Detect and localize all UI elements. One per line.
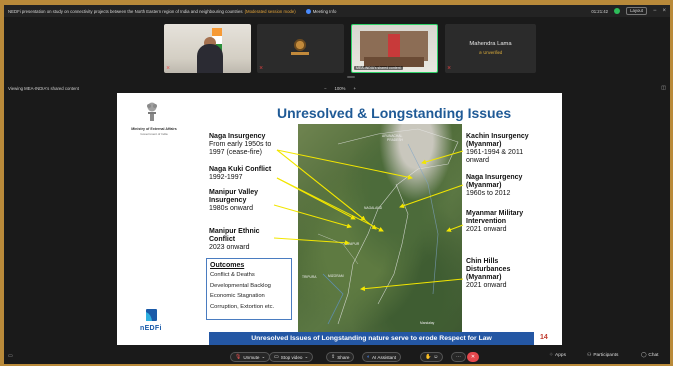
video-camera-icon: ▭ bbox=[274, 354, 279, 360]
participant-emblem bbox=[293, 38, 307, 52]
viewing-label: Viewing MEA-INDIA's shared content bbox=[8, 86, 79, 91]
label-myanmar-military: Myanmar Military Intervention 2021 onwar… bbox=[466, 210, 524, 233]
arrow-naga-myanmar bbox=[399, 184, 464, 209]
zoom-out-button[interactable]: − bbox=[324, 86, 327, 91]
outcome-item: Conflict & Deaths bbox=[210, 272, 255, 278]
arrow-military bbox=[446, 224, 464, 232]
participant-name: Mahendra Lama bbox=[469, 41, 512, 47]
captions-icon[interactable]: ▭ bbox=[8, 353, 13, 359]
meeting-timer: 01:21:42 bbox=[591, 8, 609, 14]
ai-assistant-button[interactable]: ◐ AI Assistant bbox=[362, 352, 402, 362]
zoom-control: − 100% + bbox=[324, 86, 356, 91]
outcomes-box: Outcomes Conflict & Deaths Developmental… bbox=[206, 258, 292, 320]
title-bar: NEDFi presentation on study on connectiv… bbox=[4, 5, 670, 17]
label-naga-kuki: Naga Kuki Conflict 1992-1997 bbox=[209, 166, 272, 181]
unmute-label: Unmute bbox=[243, 354, 260, 360]
mic-off-icon: 🎙 bbox=[235, 354, 242, 360]
apps-button[interactable]: ⁘ Apps bbox=[549, 353, 566, 358]
label-kachin: Kachin Insurgency (Myanmar) 1961-1994 & … bbox=[466, 133, 529, 164]
meeting-info-label: Meeting Info bbox=[312, 8, 337, 14]
layout-button[interactable]: Layout bbox=[626, 7, 647, 15]
stop-video-button[interactable]: ▭ Stop video ⌄ bbox=[269, 352, 314, 362]
share-label: Share bbox=[337, 354, 350, 360]
end-call-button[interactable]: ✕ bbox=[467, 352, 479, 362]
close-icon[interactable]: × bbox=[662, 8, 666, 14]
meeting-toolbar: ▭ 🎙 Unmute ⌄ ▭ Stop video ⌄ ⇪ Share ◐ AI… bbox=[4, 350, 670, 364]
label-manipur-valley: Manipur Valley Insurgency 1980s onward bbox=[209, 189, 259, 212]
titlebar-right: 01:21:42 Layout − × bbox=[591, 5, 666, 17]
ai-assistant-icon: ◐ bbox=[367, 354, 371, 360]
participant-video bbox=[197, 44, 223, 73]
label-chin-hills: Chin Hills Disturbances (Myanmar) 2021 o… bbox=[466, 258, 511, 289]
participants-label: Participants bbox=[593, 353, 619, 358]
chevron-down-icon[interactable]: ⌄ bbox=[261, 354, 265, 360]
participant-status-text: Unverified bbox=[483, 50, 503, 55]
ai-assistant-label: AI Assistant bbox=[372, 354, 397, 360]
zoom-in-button[interactable]: + bbox=[354, 86, 357, 91]
nedfi-logo-icon bbox=[146, 309, 157, 321]
encryption-shield-icon[interactable] bbox=[614, 8, 621, 14]
raise-hand-button[interactable]: ✋ ☺ bbox=[420, 352, 444, 362]
hand-icon: ✋ bbox=[425, 354, 432, 360]
label-naga-insurgency: Naga Insurgency From early 1950s to 1997… bbox=[209, 133, 272, 156]
meeting-title: NEDFi presentation on study on connectiv… bbox=[8, 8, 243, 14]
participants-icon: ⚇ bbox=[587, 353, 592, 358]
close-icon: ✕ bbox=[470, 354, 476, 360]
participants-button[interactable]: ⚇ Participants bbox=[587, 353, 618, 358]
chat-button[interactable]: ◯ Chat bbox=[641, 353, 659, 358]
arrow-naga-insurgency-1 bbox=[276, 149, 413, 180]
arrow-naga-kuki-2 bbox=[276, 177, 356, 220]
arrow-manipur-valley bbox=[273, 204, 352, 229]
chevron-down-icon[interactable]: ⌄ bbox=[304, 354, 308, 360]
shared-slide: Ministry of External Affairs Government … bbox=[117, 93, 562, 345]
chat-icon: ◯ bbox=[641, 353, 647, 358]
arrow-manipur-ethnic bbox=[273, 237, 350, 246]
unmute-button[interactable]: 🎙 Unmute ⌄ bbox=[230, 352, 271, 362]
meeting-window: NEDFi presentation on study on connectiv… bbox=[4, 5, 670, 364]
mic-muted-icon: ⨯ bbox=[166, 65, 171, 71]
stop-video-label: Stop video bbox=[280, 354, 303, 360]
video-tile-2[interactable]: ⨯ bbox=[257, 24, 344, 73]
more-icon: ⋯ bbox=[456, 354, 461, 360]
moderated-mode-label: (Moderated session mode) bbox=[244, 8, 296, 14]
outcome-item: Corruption, Extortion etc. bbox=[210, 303, 275, 310]
outcome-item: Developmental Backlog bbox=[210, 282, 271, 289]
meeting-info-button[interactable]: Meeting Info bbox=[305, 8, 337, 14]
arrow-kachin bbox=[421, 150, 464, 165]
view-options-icon[interactable]: ◫ bbox=[661, 85, 666, 91]
slide-banner: Unresolved Issues of Longstanding nature… bbox=[209, 332, 534, 345]
slide-page-number: 14 bbox=[540, 334, 548, 341]
emoji-icon: ☺ bbox=[433, 354, 439, 360]
label-naga-myanmar: Naga Insurgency (Myanmar) 1960s to 2012 bbox=[466, 174, 523, 197]
video-tile-1[interactable]: ⨯ bbox=[164, 24, 251, 73]
share-button[interactable]: ⇪ Share bbox=[326, 352, 355, 362]
video-strip-drag-handle[interactable] bbox=[347, 76, 355, 78]
zoom-level[interactable]: 100% bbox=[335, 86, 346, 91]
share-screen-icon: ⇪ bbox=[331, 354, 336, 360]
apps-icon: ⁘ bbox=[549, 353, 554, 358]
outcome-item: Economic Stagnation bbox=[210, 293, 265, 299]
participant-emblem-base bbox=[291, 52, 309, 55]
video-tile-3-active-speaker[interactable]: MEA-INDIA's shared content bbox=[351, 24, 438, 73]
mic-muted-icon: ⨯ bbox=[259, 65, 264, 71]
nedfi-logo-text: nEDFi bbox=[140, 325, 162, 332]
tile-name-label: MEA-INDIA's shared content bbox=[354, 66, 403, 70]
label-manipur-ethnic: Manipur Ethnic Conflict 2023 onward bbox=[209, 228, 260, 251]
chat-label: Chat bbox=[648, 353, 659, 358]
more-options-button[interactable]: ⋯ bbox=[451, 352, 466, 362]
minimize-icon[interactable]: − bbox=[653, 8, 657, 14]
outcomes-heading: Outcomes bbox=[210, 262, 245, 269]
participant-status: ⊘ Unverified bbox=[478, 50, 503, 55]
video-tile-4[interactable]: Mahendra Lama ⊘ Unverified ⨯ bbox=[445, 24, 536, 73]
info-icon bbox=[305, 8, 311, 14]
arrow-chin-hills bbox=[360, 278, 464, 292]
apps-label: Apps bbox=[555, 353, 566, 358]
mic-muted-icon: ⨯ bbox=[447, 65, 452, 71]
